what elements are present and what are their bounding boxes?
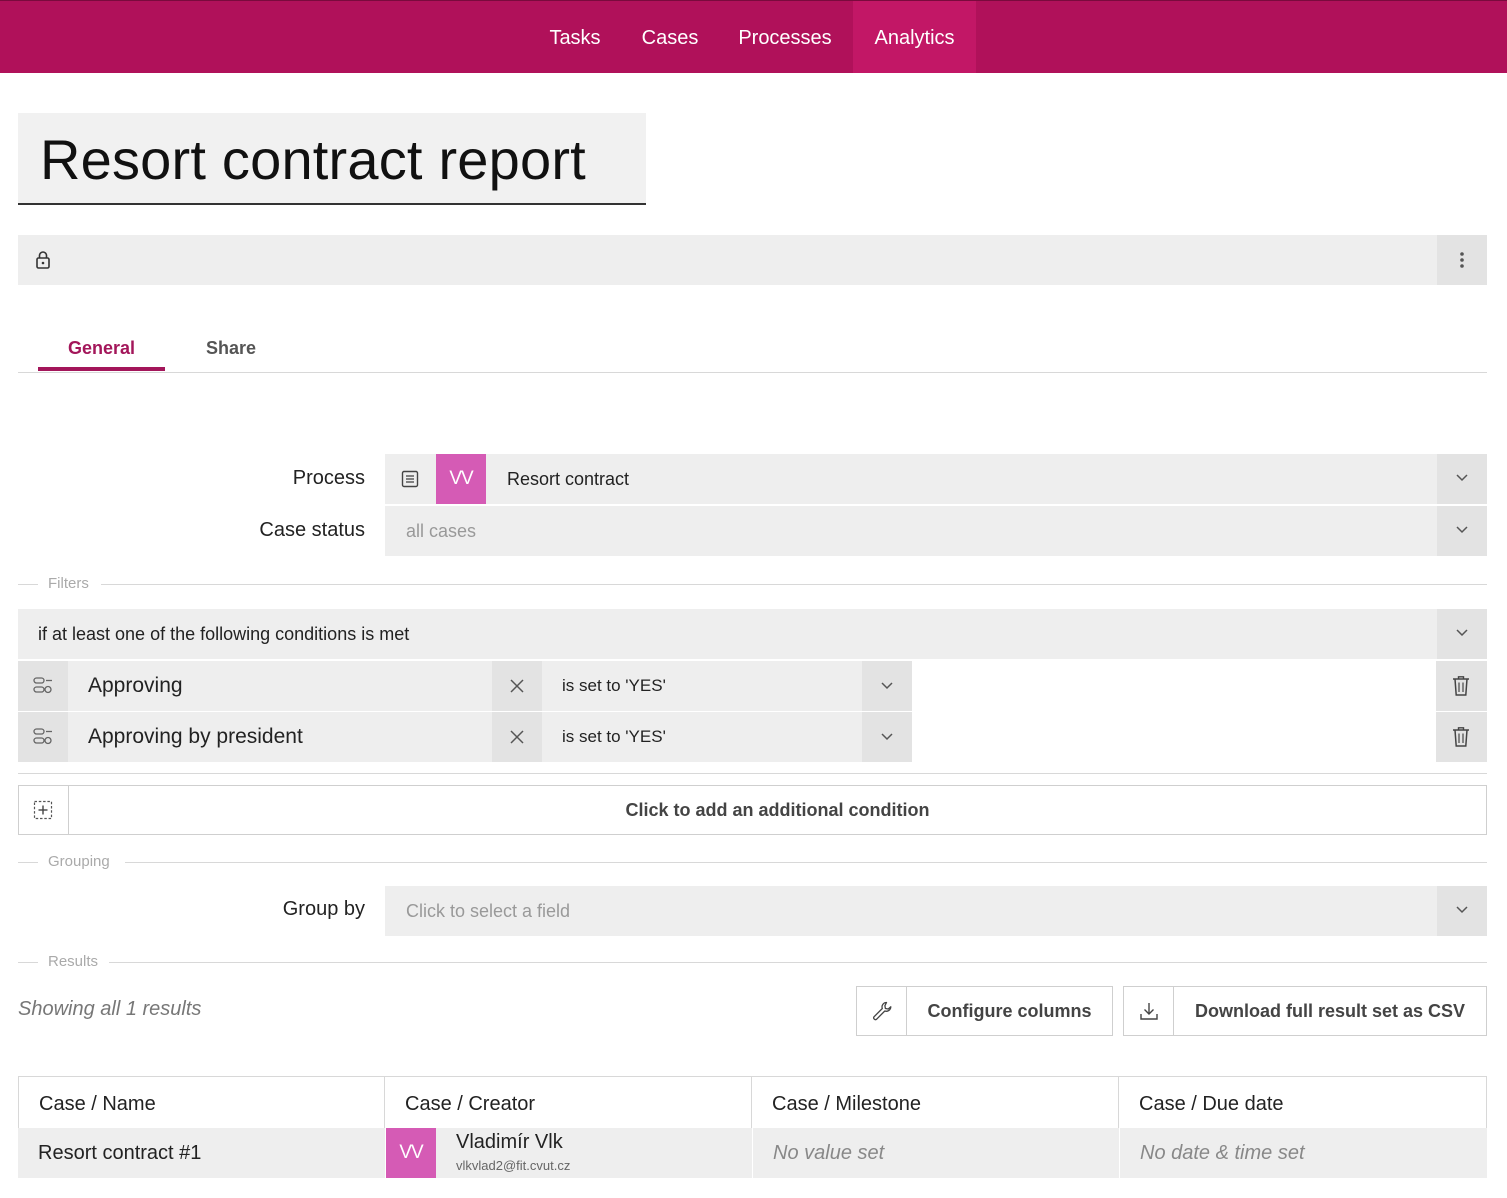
case-status-dropdown-button[interactable] (1437, 506, 1487, 556)
case-status-label: Case status (259, 519, 365, 541)
cell-case-milestone: No value set (752, 1128, 1119, 1178)
process-select[interactable]: VV Resort contract (385, 454, 1487, 504)
cell-case-name[interactable]: Resort contract #1 (18, 1128, 385, 1178)
field-settings-icon[interactable] (18, 661, 68, 711)
add-condition-button[interactable]: Click to add an additional condition (18, 785, 1487, 835)
add-box-icon (19, 786, 69, 834)
process-dropdown-button[interactable] (1437, 454, 1487, 504)
top-navigation: Tasks Cases Processes Analytics (0, 0, 1507, 73)
filter-condition-row: Approving by president is set to 'YES' (18, 712, 1487, 762)
more-vertical-icon (1460, 252, 1464, 268)
group-by-label: Group by (282, 898, 365, 920)
column-header-due-date[interactable]: Case / Due date (1119, 1076, 1487, 1128)
download-icon (1124, 987, 1174, 1035)
wrench-icon (857, 987, 907, 1035)
cell-case-creator: VV Vladimír Vlk vlkvlad2@fit.cvut.cz (385, 1128, 752, 1178)
filters-section-label: Filters (48, 575, 89, 592)
chevron-down-icon (1456, 906, 1468, 914)
configure-columns-button[interactable]: Configure columns (856, 986, 1113, 1036)
column-header-creator[interactable]: Case / Creator (385, 1076, 752, 1128)
filter-condition-row: Approving is set to 'YES' (18, 661, 1487, 711)
lock-icon[interactable] (34, 250, 52, 270)
results-section-label: Results (48, 953, 99, 970)
close-icon (510, 730, 524, 744)
download-csv-button[interactable]: Download full result set as CSV (1123, 986, 1487, 1036)
tab-general[interactable]: General (38, 338, 165, 359)
nav-analytics[interactable]: Analytics (853, 1, 976, 73)
trash-icon (1453, 727, 1469, 747)
nav-processes[interactable]: Processes (722, 1, 848, 73)
process-label: Process (292, 467, 365, 489)
column-header-name[interactable]: Case / Name (18, 1076, 385, 1128)
results-section-header: Results (18, 952, 1487, 972)
add-condition-label: Click to add an additional condition (625, 800, 930, 820)
avatar: VV (386, 1128, 436, 1178)
chevron-down-icon (1456, 474, 1468, 482)
nav-tasks[interactable]: Tasks (532, 1, 618, 73)
chevron-down-icon (881, 733, 893, 741)
chevron-down-icon (881, 682, 893, 690)
operator-dropdown-button[interactable] (862, 661, 912, 711)
condition-operator[interactable]: is set to 'YES' (542, 661, 862, 711)
report-toolbar (18, 235, 1487, 285)
clear-field-button[interactable] (492, 661, 542, 711)
case-status-select[interactable]: all cases (385, 506, 1487, 556)
condition-field[interactable]: Approving by president (68, 712, 492, 762)
cell-case-due-date: No date & time set (1119, 1128, 1487, 1178)
clear-field-button[interactable] (492, 712, 542, 762)
creator-email: vlkvlad2@fit.cvut.cz (456, 1158, 571, 1173)
filter-mode-select[interactable]: if at least one of the following conditi… (18, 609, 1487, 659)
results-count: Showing all 1 results (18, 998, 202, 1020)
chevron-down-icon (1456, 526, 1468, 534)
more-options-button[interactable] (1437, 235, 1487, 285)
field-settings-icon[interactable] (18, 712, 68, 762)
page-title: Resort contract report (40, 128, 586, 191)
filters-divider (18, 773, 1487, 774)
grouping-section-label: Grouping (48, 853, 110, 870)
trash-icon (1453, 676, 1469, 696)
creator-name: Vladimír Vlk (456, 1131, 563, 1153)
nav-cases[interactable]: Cases (628, 1, 712, 73)
group-by-placeholder: Click to select a field (406, 901, 571, 921)
filter-mode-value: if at least one of the following conditi… (38, 624, 410, 644)
active-tab-indicator (38, 367, 165, 371)
condition-field[interactable]: Approving (68, 661, 492, 711)
delete-condition-button[interactable] (1436, 712, 1487, 762)
grouping-section-header: Grouping (18, 852, 1487, 872)
process-avatar: VV (436, 454, 486, 504)
document-icon (401, 470, 419, 493)
report-title-field[interactable]: Resort contract report (18, 113, 646, 205)
filters-section-header: Filters (18, 574, 1487, 594)
condition-operator[interactable]: is set to 'YES' (542, 712, 862, 762)
operator-dropdown-button[interactable] (862, 712, 912, 762)
case-status-placeholder: all cases (406, 521, 477, 541)
column-header-milestone[interactable]: Case / Milestone (752, 1076, 1119, 1128)
process-value: Resort contract (507, 469, 630, 489)
tab-share[interactable]: Share (206, 338, 256, 359)
chevron-down-icon (1456, 629, 1468, 637)
group-by-select[interactable]: Click to select a field (385, 886, 1487, 936)
filter-mode-dropdown-button[interactable] (1437, 609, 1487, 659)
close-icon (510, 679, 524, 693)
configure-columns-label: Configure columns (927, 1001, 1092, 1021)
delete-condition-button[interactable] (1436, 661, 1487, 711)
download-csv-label: Download full result set as CSV (1194, 1001, 1466, 1021)
tab-divider (18, 372, 1487, 373)
group-by-dropdown-button[interactable] (1437, 886, 1487, 936)
